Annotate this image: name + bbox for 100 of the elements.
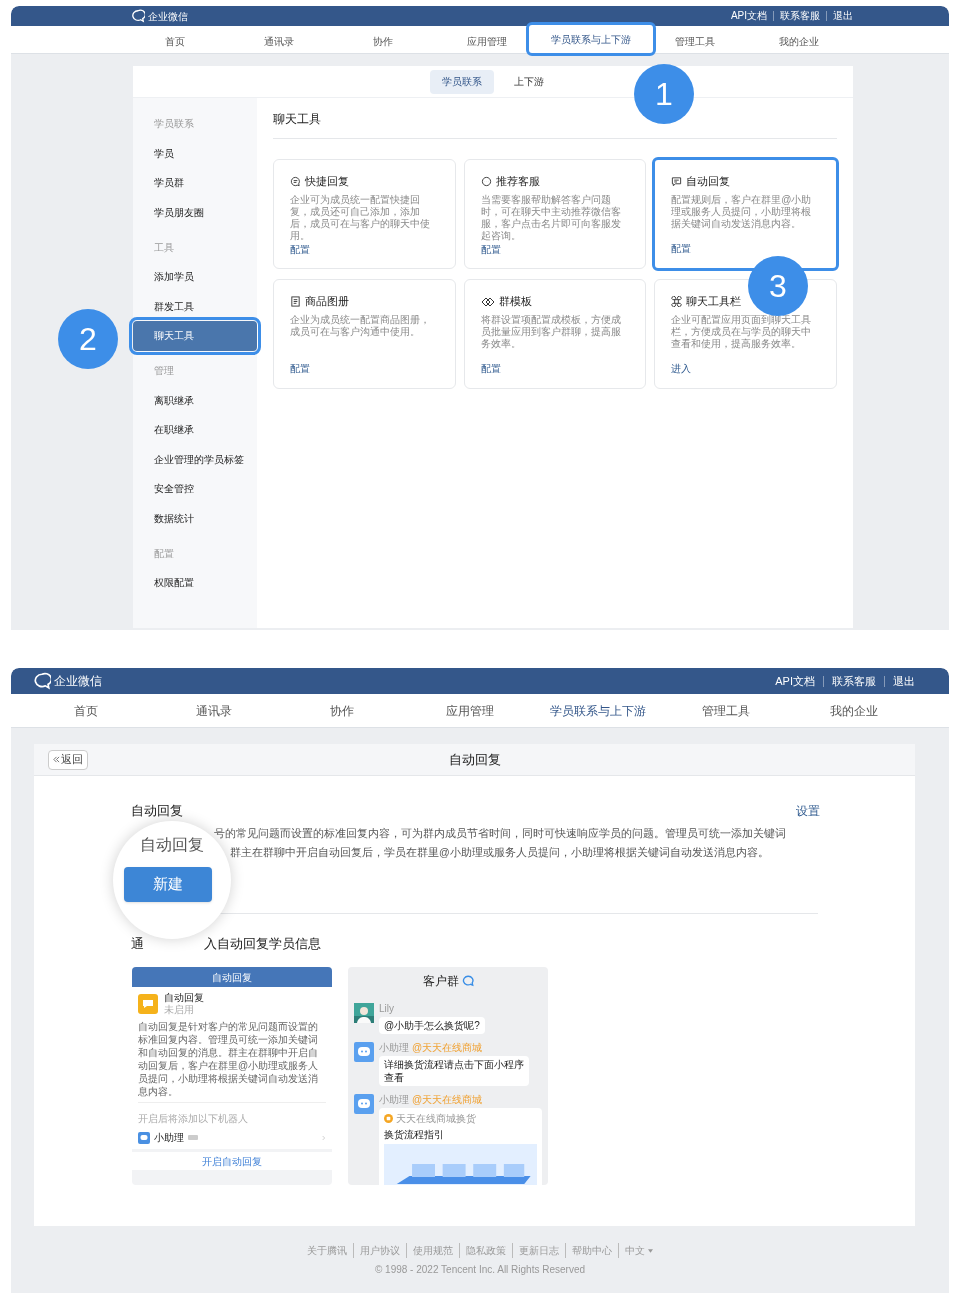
tag-icon bbox=[188, 1135, 198, 1140]
robot-avatar-icon bbox=[354, 1042, 374, 1062]
sub-tab[interactable]: 上下游 bbox=[502, 69, 556, 94]
app-name: 自动回复 bbox=[164, 992, 204, 1004]
card-link[interactable]: 配置 bbox=[480, 241, 630, 257]
nav-tab[interactable]: 协作 bbox=[330, 694, 354, 727]
caret-icon bbox=[648, 1248, 653, 1253]
card-link[interactable]: 进入 bbox=[671, 361, 820, 376]
app-status: 未启用 bbox=[164, 1004, 195, 1016]
sidebar-item[interactable]: 学员朋友圈 bbox=[133, 197, 257, 227]
card-description: 配置规则后，客户在群里@小助理或服务人员提问，小助理将根据关键词自动发送消息内容。 bbox=[671, 193, 813, 230]
sidebar-item[interactable]: 安全管控 bbox=[133, 474, 257, 504]
nav-tab[interactable]: 管理工具 bbox=[702, 694, 750, 727]
sidebar-heading: 工具 bbox=[153, 240, 175, 255]
message-app-icon bbox=[138, 994, 158, 1014]
nav-tab[interactable]: 学员联系与上下游 bbox=[550, 694, 646, 727]
card-description: 当需要客服帮助解答客户问题时，可在聊天中主动推荐微信客服，客户点击名片即可向客服发起咨询。 bbox=[480, 193, 622, 242]
tool-card[interactable]: 快捷回复 企业可为成员统一配置快捷回复，成员还可自己添加，添加后，成员可在与客户的聊天中使用。 配置 bbox=[273, 159, 456, 269]
nav-tab[interactable]: 通讯录 bbox=[196, 694, 232, 727]
mini-program-icon bbox=[384, 1114, 393, 1123]
nav-tab[interactable]: 首页 bbox=[74, 694, 98, 727]
sub-tab[interactable]: 学员联系 bbox=[430, 69, 494, 94]
sender-tag: @天天在线商城 bbox=[412, 1042, 483, 1054]
sidebar-item[interactable]: 数据统计 bbox=[133, 503, 257, 533]
tool-card[interactable]: 群模板 将群设置项配置成模板，方便成员批量应用到客户群聊，提高服务效率。 配置 bbox=[463, 279, 647, 389]
new-button[interactable]: 新建 bbox=[124, 867, 212, 902]
sidebar-item[interactable]: 群发工具 bbox=[133, 291, 257, 321]
section-heading: 通 bbox=[131, 934, 144, 953]
sidebar-heading: 管理 bbox=[153, 364, 175, 379]
nav-tab[interactable]: 我的企业 bbox=[830, 694, 878, 727]
sidebar-heading: 配置 bbox=[153, 546, 175, 561]
chat-title: 客户群 bbox=[422, 973, 459, 990]
sender-name: 小助理 bbox=[379, 1094, 409, 1106]
card-description: 将群设置项配置成模板，方便成员批量应用到客户群聊，提高服务效率。 bbox=[480, 313, 622, 350]
diamonds-icon bbox=[480, 296, 495, 307]
sender-name: Lily bbox=[379, 1003, 394, 1015]
tool-card[interactable]: 推荐客服 当需要客服帮助解答客户问题时，可在聊天中主动推荐微信客服，客户点击名片即可向客服发起咨询。 配置 bbox=[463, 159, 647, 269]
chat-bubble-icon bbox=[33, 672, 51, 690]
double-chevron-icon bbox=[53, 756, 60, 763]
card-title: 商品图册 bbox=[305, 294, 349, 309]
header-link[interactable]: 退出 bbox=[826, 11, 859, 21]
card-link[interactable]: 配置 bbox=[480, 361, 630, 376]
nav-tab[interactable]: 我的企业 bbox=[779, 26, 819, 56]
nav-tab[interactable]: 首页 bbox=[165, 26, 185, 56]
robot-avatar-icon bbox=[354, 1094, 374, 1114]
section-title: 自动回复 bbox=[131, 802, 183, 820]
sidebar-item[interactable]: 学员 bbox=[133, 138, 257, 168]
header-link[interactable]: 联系客服 bbox=[773, 11, 826, 21]
nav-tab[interactable]: 管理工具 bbox=[675, 26, 715, 56]
message-icon bbox=[671, 176, 683, 188]
sidebar-item[interactable]: 权限配置 bbox=[133, 568, 257, 598]
card-title: 快捷回复 bbox=[305, 174, 349, 189]
command-icon bbox=[671, 296, 683, 308]
nav-tab[interactable]: 通讯录 bbox=[264, 26, 294, 56]
sidebar-item[interactable]: 企业管理的学员标签 bbox=[133, 444, 257, 474]
robot-name: 小助理 bbox=[154, 1131, 184, 1145]
card-link[interactable]: 配置 bbox=[290, 241, 439, 257]
chat-bubble-icon bbox=[461, 975, 474, 987]
tool-card[interactable]: 商品图册 企业为成员统一配置商品图册，成员可在与客户沟通中使用。 配置 bbox=[273, 279, 456, 389]
header-link[interactable]: API文档 bbox=[724, 11, 773, 21]
copyright-text: © 1998 - 2022 Tencent Inc. All Rights Reserved bbox=[374, 1263, 586, 1277]
back-button[interactable]: 返回 bbox=[48, 749, 88, 770]
nav-tab[interactable]: 应用管理 bbox=[467, 26, 507, 56]
preview-header: 自动回复 bbox=[132, 967, 332, 987]
app-description: 自动回复是针对客户的常见问题而设置的标准回复内容。管理员可统一添加关键词和自动回复的消息。群主在群聊中开启自动回复后，客户在群里@小助理或服务人员提问，小助理将根据关键词自动发送消息内容。 bbox=[138, 1020, 320, 1098]
brand-name: 企业微信 bbox=[148, 9, 188, 24]
sender-name: 小助理 bbox=[379, 1042, 409, 1054]
section-heading: 入自动回复学员信息 bbox=[204, 934, 321, 953]
page-title: 自动回复 bbox=[448, 750, 501, 769]
header-link[interactable]: 联系客服 bbox=[823, 675, 884, 687]
settings-link[interactable]: 设置 bbox=[796, 801, 820, 820]
sidebar-item[interactable]: 离职继承 bbox=[133, 385, 257, 415]
sidebar-heading: 学员联系 bbox=[153, 117, 195, 132]
sidebar-item[interactable]: 在职继承 bbox=[133, 415, 257, 445]
description-text: 号的常见问题而设置的标准回复内容，可为群内成员节省时间，同时可快速响应学员的问题。管理员可统一添加关键词 bbox=[214, 825, 787, 841]
chat-bubble-icon bbox=[480, 176, 492, 188]
card-link[interactable]: 配置 bbox=[290, 361, 439, 376]
nav-tab[interactable]: 应用管理 bbox=[446, 694, 494, 727]
card-title: 聊天工具栏 bbox=[686, 294, 742, 309]
chat-bubble-icon bbox=[131, 9, 145, 23]
card-description: 企业为成员统一配置商品图册，成员可在与客户沟通中使用。 bbox=[290, 313, 431, 338]
chat-bubble: @小助手怎么换货呢? bbox=[379, 1017, 485, 1034]
chat-bubble-icon bbox=[290, 176, 301, 188]
card-title: 自动回复 bbox=[686, 174, 731, 189]
robot-icon bbox=[138, 1131, 150, 1144]
card-description: 企业可为成员统一配置快捷回复，成员还可自己添加，添加后，成员可在与客户的聊天中使用。 bbox=[290, 193, 431, 242]
card-link[interactable]: 配置 bbox=[671, 241, 820, 256]
enable-button[interactable]: 开启自动回复 bbox=[132, 1152, 332, 1170]
card-title: 群模板 bbox=[498, 294, 532, 309]
card-title: 推荐客服 bbox=[495, 174, 540, 189]
sidebar-item[interactable]: 学员群 bbox=[133, 168, 257, 198]
mini-program-title: 换货流程指引 bbox=[384, 1128, 445, 1142]
nav-tab[interactable]: 学员联系与上下游 bbox=[526, 22, 656, 56]
document-icon bbox=[290, 296, 301, 308]
sender-tag: @天天在线商城 bbox=[412, 1094, 483, 1106]
header-link[interactable]: API文档 bbox=[767, 675, 823, 687]
sidebar-item[interactable]: 添加学员 bbox=[133, 262, 257, 292]
magnified-title: 自动回复 bbox=[140, 835, 204, 855]
header-link[interactable]: 退出 bbox=[884, 675, 923, 687]
nav-tab[interactable]: 协作 bbox=[373, 26, 393, 56]
